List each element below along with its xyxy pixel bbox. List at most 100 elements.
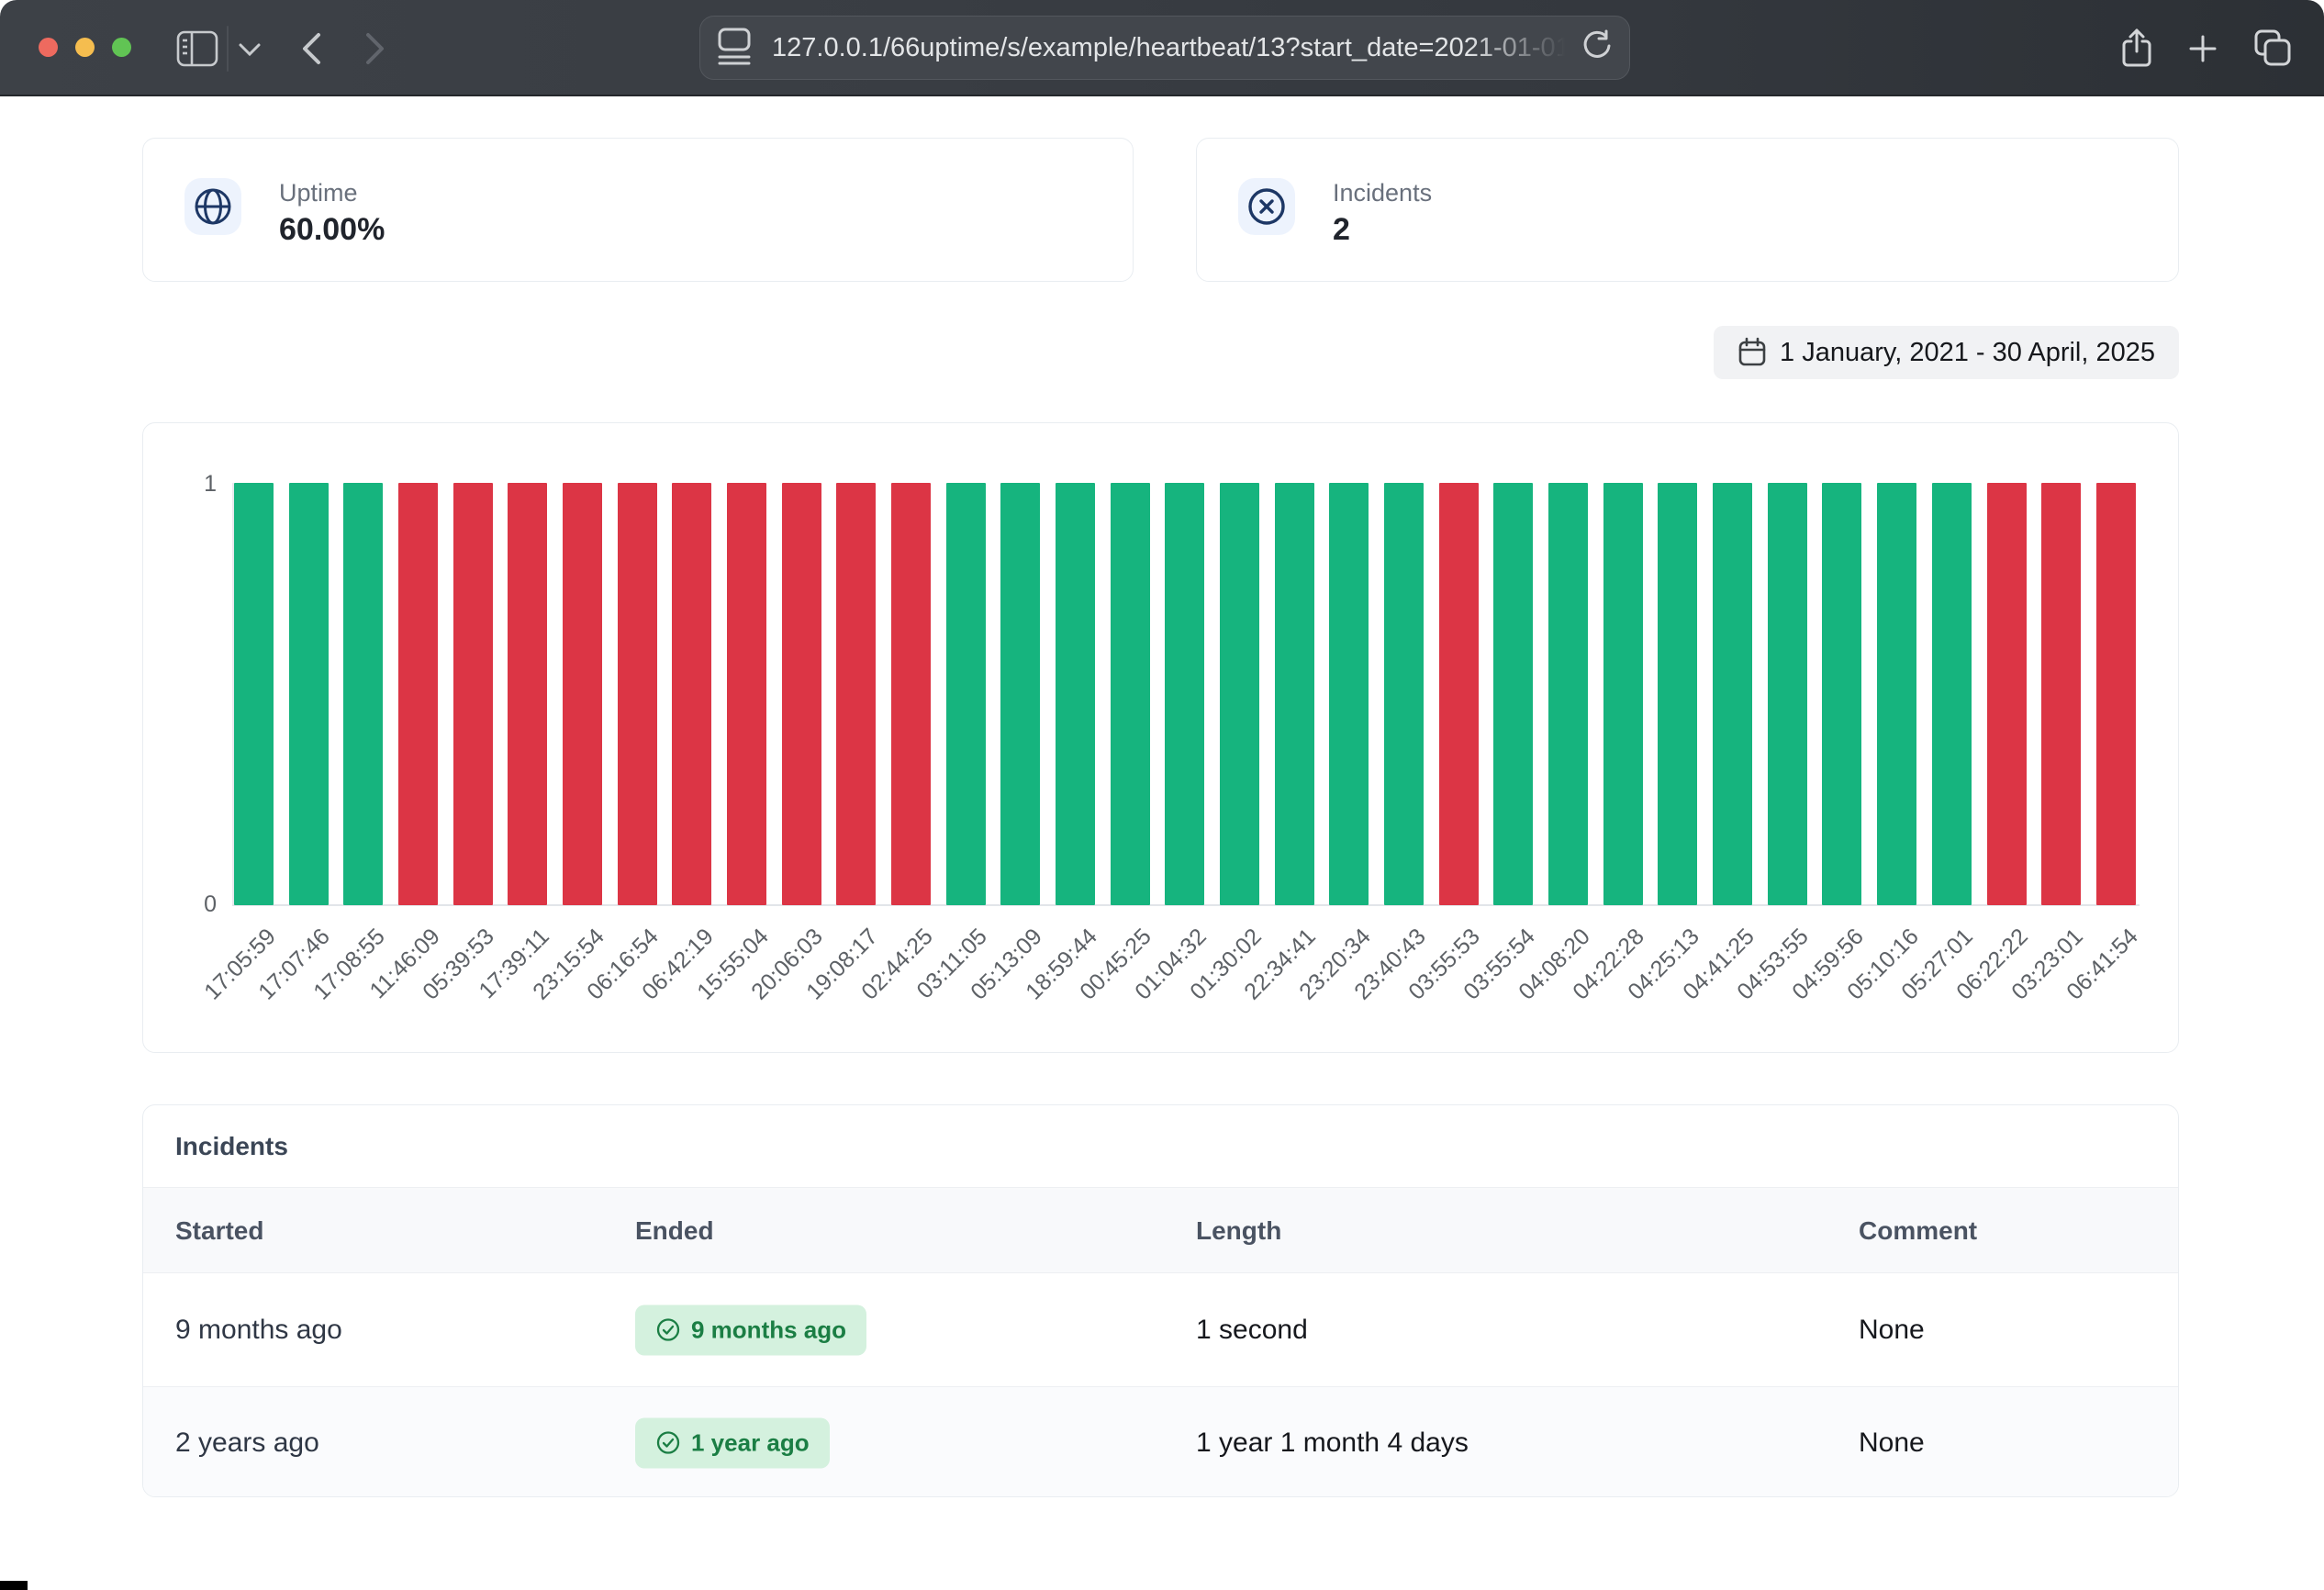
chart-bar-down[interactable] [727, 483, 766, 905]
chart-bar-down[interactable] [672, 483, 711, 905]
chart-bar-down[interactable] [563, 483, 602, 905]
x-axis-label: 11:46:09 [364, 924, 445, 1004]
y-tick-1: 1 [180, 471, 217, 498]
page-settings-icon[interactable] [717, 27, 752, 70]
x-axis-label: 05:39:53 [418, 924, 499, 1005]
x-axis-label: 06:22:22 [1951, 924, 2033, 1005]
chart-bar-up[interactable] [1932, 483, 1972, 905]
x-axis-label: 03:55:53 [1404, 924, 1486, 1005]
browser-toolbar: 127.0.0.1/66uptime/s/example/heartbeat/1… [0, 0, 2324, 96]
chart-bar-down[interactable] [398, 483, 438, 905]
chart-bar-up[interactable] [1384, 483, 1424, 905]
chart-bar-up[interactable] [1493, 483, 1533, 905]
heartbeat-chart-card: 1 0 17:05:5917:07:4617:08:5511:46:0905:3… [142, 422, 2179, 1053]
x-axis-label: 04:53:55 [1733, 924, 1815, 1005]
reload-icon[interactable] [1581, 29, 1613, 67]
chart-bar-up[interactable] [1877, 483, 1916, 905]
incidents-stat-card: Incidents 2 [1196, 138, 2179, 282]
toolbar-divider [227, 26, 229, 72]
chart-bar-up[interactable] [289, 483, 329, 905]
x-axis-label: 06:42:19 [637, 924, 719, 1005]
url-text[interactable]: 127.0.0.1/66uptime/s/example/heartbeat/1… [772, 33, 1581, 63]
chart-bar-down[interactable] [508, 483, 547, 905]
chart-bar-down[interactable] [453, 483, 493, 905]
x-axis-label: 23:15:54 [528, 924, 609, 1005]
x-axis-label: 02:44:25 [856, 924, 938, 1005]
table-header-row: Started Ended Length Comment [143, 1187, 2178, 1273]
date-range-label: 1 January, 2021 - 30 April, 2025 [1780, 338, 2155, 368]
ended-badge-label: 1 year ago [691, 1428, 810, 1457]
chart-bar-down[interactable] [891, 483, 931, 905]
uptime-stat-card: Uptime 60.00% [142, 138, 1134, 282]
address-bar[interactable]: 127.0.0.1/66uptime/s/example/heartbeat/1… [699, 16, 1630, 80]
x-axis-label: 06:16:54 [582, 924, 664, 1005]
chart-bar-up[interactable] [1000, 483, 1040, 905]
date-range-button[interactable]: 1 January, 2021 - 30 April, 2025 [1714, 326, 2179, 379]
started-cell: 2 years ago [175, 1428, 319, 1459]
x-circle-icon [1238, 178, 1295, 235]
x-axis-label: 20:06:03 [746, 924, 828, 1005]
started-cell: 9 months ago [175, 1315, 342, 1346]
new-tab-icon[interactable] [2188, 34, 2218, 63]
x-axis-label: 04:22:28 [1569, 924, 1650, 1005]
x-axis-label: 22:34:41 [1240, 924, 1322, 1005]
x-axis-label: 06:41:54 [2061, 924, 2143, 1005]
chart-bar-down[interactable] [618, 483, 657, 905]
x-axis-label: 04:41:25 [1678, 924, 1760, 1005]
y-tick-0: 0 [180, 891, 217, 918]
chart-bar-up[interactable] [1056, 483, 1095, 905]
chart-bar-down[interactable] [2096, 483, 2136, 905]
tab-overview-icon[interactable] [2253, 28, 2292, 67]
chart-bar-up[interactable] [343, 483, 383, 905]
chart-bar-down[interactable] [1987, 483, 2027, 905]
x-axis-label: 03:23:01 [2006, 924, 2088, 1005]
chart-bar-up[interactable] [1713, 483, 1752, 905]
length-cell: 1 second [1196, 1315, 1308, 1346]
chart-bar-up[interactable] [1329, 483, 1369, 905]
x-axis-label: 23:20:34 [1294, 924, 1376, 1005]
comment-cell: None [1859, 1315, 1925, 1346]
chart-bar-up[interactable] [1768, 483, 1807, 905]
chart-bar-up[interactable] [1603, 483, 1643, 905]
x-axis-label: 17:07:46 [253, 924, 335, 1005]
uptime-label: Uptime [279, 179, 358, 207]
minimize-window-button[interactable] [75, 38, 95, 57]
x-axis-label: 04:25:13 [1623, 924, 1704, 1005]
incidents-table-title: Incidents [175, 1105, 288, 1187]
chart-bar-up[interactable] [1165, 483, 1204, 905]
chart-bar-up[interactable] [1548, 483, 1588, 905]
chart-bar-down[interactable] [1439, 483, 1479, 905]
share-icon[interactable] [2120, 27, 2153, 69]
chart-bar-up[interactable] [946, 483, 986, 905]
x-axis-label: 01:04:32 [1130, 924, 1212, 1005]
forward-icon[interactable] [363, 32, 387, 65]
incidents-table-card: Incidents Started Ended Length Comment 9… [142, 1104, 2179, 1497]
chart-bar-down[interactable] [2041, 483, 2081, 905]
close-window-button[interactable] [39, 38, 58, 57]
chart-bar-down[interactable] [836, 483, 876, 905]
chart-bar-up[interactable] [234, 483, 274, 905]
chart-bar-down[interactable] [782, 483, 821, 905]
plot-area [234, 483, 2136, 905]
column-header-ended: Ended [635, 1188, 714, 1274]
x-axis-label: 04:59:56 [1787, 924, 1869, 1005]
uptime-value: 60.00% [279, 212, 385, 248]
table-row: 9 months ago 9 months ago 1 second None [143, 1273, 2178, 1387]
chart-bar-up[interactable] [1220, 483, 1259, 905]
x-axis-label: 17:08:55 [308, 924, 390, 1005]
comment-cell: None [1859, 1428, 1925, 1459]
sidebar-chevron-down-icon[interactable] [238, 42, 262, 57]
sidebar-toggle-icon[interactable] [176, 30, 218, 67]
back-icon[interactable] [299, 32, 323, 65]
ended-badge: 9 months ago [635, 1304, 866, 1355]
chart-bar-up[interactable] [1822, 483, 1861, 905]
chart-bar-up[interactable] [1658, 483, 1697, 905]
incidents-value: 2 [1333, 212, 1350, 248]
x-axis-label: 03:11:05 [912, 924, 993, 1004]
zoom-window-button[interactable] [112, 38, 131, 57]
chart-bar-up[interactable] [1275, 483, 1314, 905]
x-axis-label: 18:59:44 [1021, 924, 1102, 1005]
chart-bar-up[interactable] [1111, 483, 1150, 905]
screen-artifact [0, 1581, 28, 1590]
x-axis-label: 23:40:43 [1349, 924, 1431, 1005]
